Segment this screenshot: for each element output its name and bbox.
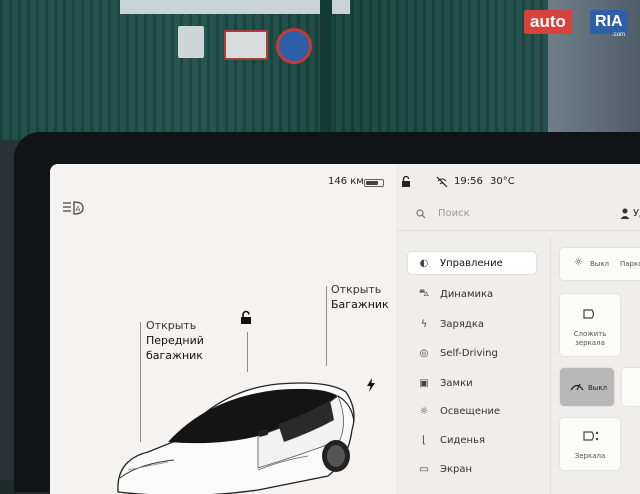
bolt-icon: ϟ <box>420 318 428 330</box>
menu-item-label: Зарядка <box>440 318 484 330</box>
trunk-label-line2: Багажник <box>331 298 389 311</box>
watermark-domain: .com <box>612 32 626 38</box>
lock-status-icon[interactable] <box>400 176 412 188</box>
menu-item-lighting[interactable]: ☼ Освещение <box>408 400 536 422</box>
vehicle-panel: A 146 км Открыть Передний багажник Откры… <box>50 164 396 494</box>
search-icon[interactable] <box>416 209 426 219</box>
sign-red-bordered <box>224 30 268 60</box>
outside-temperature: 30°C <box>490 176 515 187</box>
trunk-label-line1: Открыть <box>331 283 382 296</box>
car-icon: ⛍ <box>418 287 430 299</box>
steering-wheel-icon: ◎ <box>419 347 429 359</box>
menu-item-dynamics[interactable]: ⛍ Динамика <box>408 283 536 305</box>
wipers-off-label: Выкл <box>588 384 608 392</box>
search-input[interactable]: Поиск <box>438 208 470 219</box>
menu-item-seats[interactable]: ⌊ Сиденья <box>408 429 536 451</box>
profile-name[interactable]: Уд <box>633 208 640 219</box>
frunk-label-line2: Передний <box>146 334 204 347</box>
menu-item-label: Замки <box>440 377 473 389</box>
mirrors-label: Зеркала <box>574 452 606 460</box>
lights-off-label: Выкл <box>590 260 610 268</box>
fold-mirrors-line2: зеркала <box>575 339 605 347</box>
battery-fill <box>366 181 378 185</box>
mirror-icon <box>583 309 595 319</box>
menu-item-label: Освещение <box>440 405 501 417</box>
menu-item-self-driving[interactable]: ◎ Self-Driving <box>408 342 536 364</box>
wipers-off-card[interactable]: Выкл <box>560 368 614 406</box>
menu-item-charging[interactable]: ϟ Зарядка <box>408 313 536 335</box>
frunk-label[interactable]: Открыть Передний багажник <box>146 318 204 363</box>
search-divider <box>396 230 640 231</box>
toggle-icon: ◐ <box>419 257 429 269</box>
clock: 19:56 <box>454 176 483 187</box>
fence-slats <box>0 0 560 150</box>
settings-panel: 19:56 30°C Поиск Уд ◐ Управление ⛍ Динам… <box>396 164 640 494</box>
svg-text:A: A <box>76 205 81 213</box>
unlock-icon[interactable] <box>238 310 254 326</box>
no-parking-sign <box>276 28 312 64</box>
lock-icon: ▣ <box>419 377 429 389</box>
seat-icon: ⌊ <box>422 434 426 446</box>
frunk-label-line1: Открыть <box>146 319 197 332</box>
autoria-watermark: auto RIA .com <box>524 6 634 40</box>
menu-item-controls[interactable]: ◐ Управление <box>408 252 536 274</box>
menu-item-display[interactable]: ▭ Экран <box>408 458 536 480</box>
trunk-pointer-line <box>326 286 327 366</box>
fence-pillar <box>320 0 332 150</box>
profile-icon[interactable] <box>620 208 630 219</box>
trunk-label[interactable]: Открыть Багажник <box>331 282 389 312</box>
auto-headlights-icon[interactable]: A <box>62 200 86 216</box>
menu-divider <box>550 238 551 494</box>
lights-off-card[interactable]: ☼ Выкл Парков <box>560 248 640 280</box>
parking-lights-label: Парков <box>620 260 640 268</box>
tesla-screen: A 146 км Открыть Передний багажник Откры… <box>50 164 640 494</box>
sign-white <box>178 26 204 58</box>
menu-item-label: Управление <box>440 257 503 269</box>
watermark-brand-left: auto <box>524 10 572 34</box>
watermark-brand-right: RIA <box>590 10 628 34</box>
car-illustration <box>117 382 355 494</box>
fold-mirrors-card[interactable]: Сложить зеркала <box>560 294 620 356</box>
no-signal-icon <box>436 176 448 188</box>
mirrors-card[interactable]: Зеркала <box>560 418 620 470</box>
display-icon: ▭ <box>419 463 429 475</box>
mirror-adjust-icon <box>583 431 599 441</box>
fold-mirrors-line1: Сложить <box>573 330 607 338</box>
menu-item-locks[interactable]: ▣ Замки <box>408 372 536 394</box>
sun-icon: ☼ <box>419 405 429 417</box>
menu-item-label: Экран <box>440 463 473 475</box>
menu-item-label: Динамика <box>440 288 494 300</box>
menu-item-label: Self-Driving <box>440 347 498 359</box>
battery-indicator <box>364 179 384 187</box>
lights-sun-icon: ☼ <box>574 257 583 268</box>
wiper-icon <box>570 383 584 391</box>
range-readout: 146 км <box>328 176 364 187</box>
sky-strip <box>120 0 350 14</box>
menu-item-label: Сиденья <box>440 434 485 446</box>
wipers-next-card[interactable] <box>622 368 640 406</box>
